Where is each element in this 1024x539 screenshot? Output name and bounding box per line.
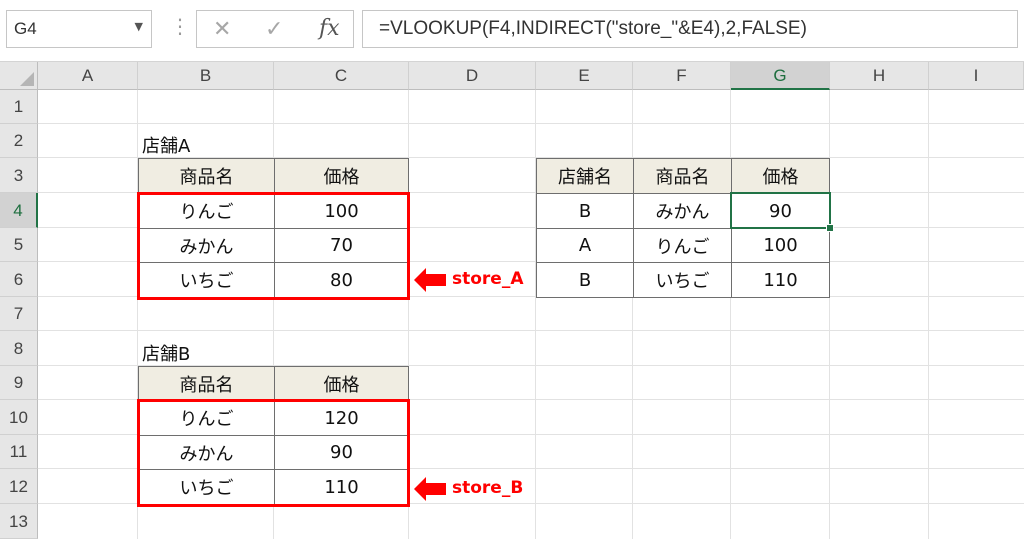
chevron-down-icon[interactable]: ▼ [135, 20, 143, 33]
column-header-a[interactable]: A [38, 62, 138, 90]
active-cell-selection[interactable] [730, 192, 831, 229]
column-header-c[interactable]: C [274, 62, 409, 90]
row-header-4[interactable]: 4 [0, 193, 38, 228]
store-a-header-price[interactable]: 価格 [274, 158, 409, 194]
row-header-7[interactable]: 7 [0, 297, 38, 331]
row-header-3[interactable]: 3 [0, 158, 38, 193]
formula-text[interactable]: =VLOOKUP(F4,INDIRECT("store_"&E4),2,FALS… [379, 18, 807, 40]
store-b-header-item[interactable]: 商品名 [138, 366, 275, 401]
lookup-store-2[interactable]: A [536, 228, 634, 263]
store-a-header-item[interactable]: 商品名 [138, 158, 275, 194]
lookup-item-3[interactable]: いちご [633, 262, 732, 298]
lookup-item-2[interactable]: りんご [633, 228, 732, 263]
store-b-header-price[interactable]: 価格 [274, 366, 409, 401]
name-box-value[interactable]: G4 [14, 19, 37, 39]
lookup-store-3[interactable]: B [536, 262, 634, 298]
store-a-label: store_A [452, 269, 524, 289]
store-b-label: store_B [452, 478, 524, 498]
row-header-1[interactable]: 1 [0, 90, 38, 124]
column-header-g[interactable]: G [731, 62, 830, 90]
column-header-h[interactable]: H [830, 62, 929, 90]
spreadsheet-grid: A B C D E F G H I 1 2 3 4 5 6 7 8 9 10 1… [0, 62, 1024, 539]
lookup-price-2[interactable]: 100 [731, 228, 830, 263]
select-all-corner[interactable] [0, 62, 38, 90]
formula-buttons: ✕ ✓ fx [196, 10, 354, 48]
more-options-icon[interactable]: ⋮ [170, 14, 190, 38]
lookup-header-item[interactable]: 商品名 [633, 158, 732, 194]
row-header-11[interactable]: 11 [0, 435, 38, 469]
arrow-left-icon [414, 268, 446, 292]
formula-input[interactable]: =VLOOKUP(F4,INDIRECT("store_"&E4),2,FALS… [362, 10, 1018, 48]
enter-icon[interactable]: ✓ [265, 17, 283, 42]
row-header-6[interactable]: 6 [0, 262, 38, 297]
row-header-12[interactable]: 12 [0, 469, 38, 504]
column-header-i[interactable]: I [929, 62, 1024, 90]
lookup-price-3[interactable]: 110 [731, 262, 830, 298]
row-header-8[interactable]: 8 [0, 331, 38, 366]
row-header-13[interactable]: 13 [0, 504, 38, 539]
column-header-e[interactable]: E [536, 62, 633, 90]
row-header-5[interactable]: 5 [0, 228, 38, 262]
column-header-d[interactable]: D [409, 62, 536, 90]
row-header-9[interactable]: 9 [0, 366, 38, 400]
arrow-left-icon [414, 477, 446, 501]
lookup-store-1[interactable]: B [536, 193, 634, 229]
formula-bar: G4 ▼ ⋮ ✕ ✓ fx =VLOOKUP(F4,INDIRECT("stor… [0, 0, 1024, 62]
row-header-10[interactable]: 10 [0, 400, 38, 435]
cancel-icon[interactable]: ✕ [213, 17, 231, 42]
store-b-title[interactable]: 店舗B [142, 340, 190, 366]
column-header-b[interactable]: B [138, 62, 274, 90]
row-header-2[interactable]: 2 [0, 124, 38, 158]
column-header-f[interactable]: F [633, 62, 731, 90]
lookup-header-price[interactable]: 価格 [731, 158, 830, 194]
store-a-title[interactable]: 店舗A [142, 132, 190, 158]
name-box[interactable]: G4 ▼ [6, 10, 152, 48]
lookup-item-1[interactable]: みかん [633, 193, 732, 229]
fill-handle[interactable] [826, 224, 834, 232]
store-a-named-range-highlight [137, 192, 410, 300]
store-b-named-range-highlight [137, 399, 410, 507]
insert-function-icon[interactable]: fx [319, 16, 340, 41]
lookup-header-store[interactable]: 店舗名 [536, 158, 634, 194]
